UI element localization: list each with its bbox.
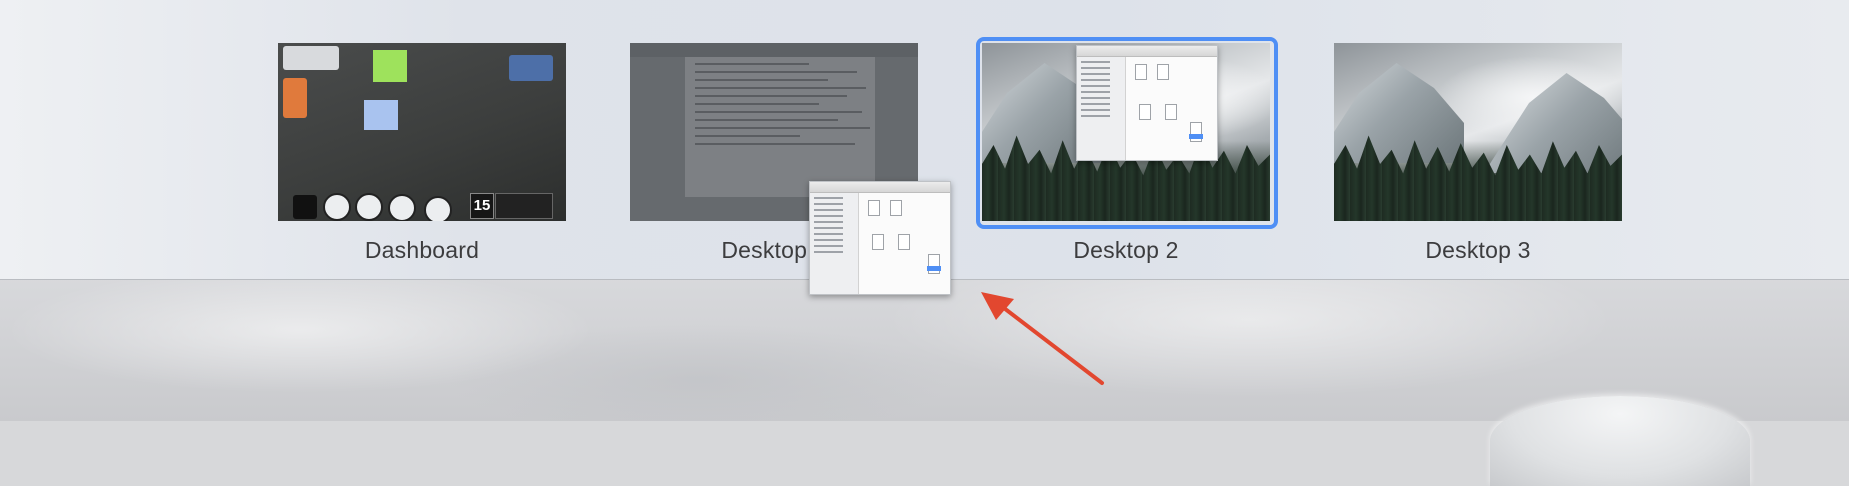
dragged-finder-window[interactable] [809,181,951,295]
